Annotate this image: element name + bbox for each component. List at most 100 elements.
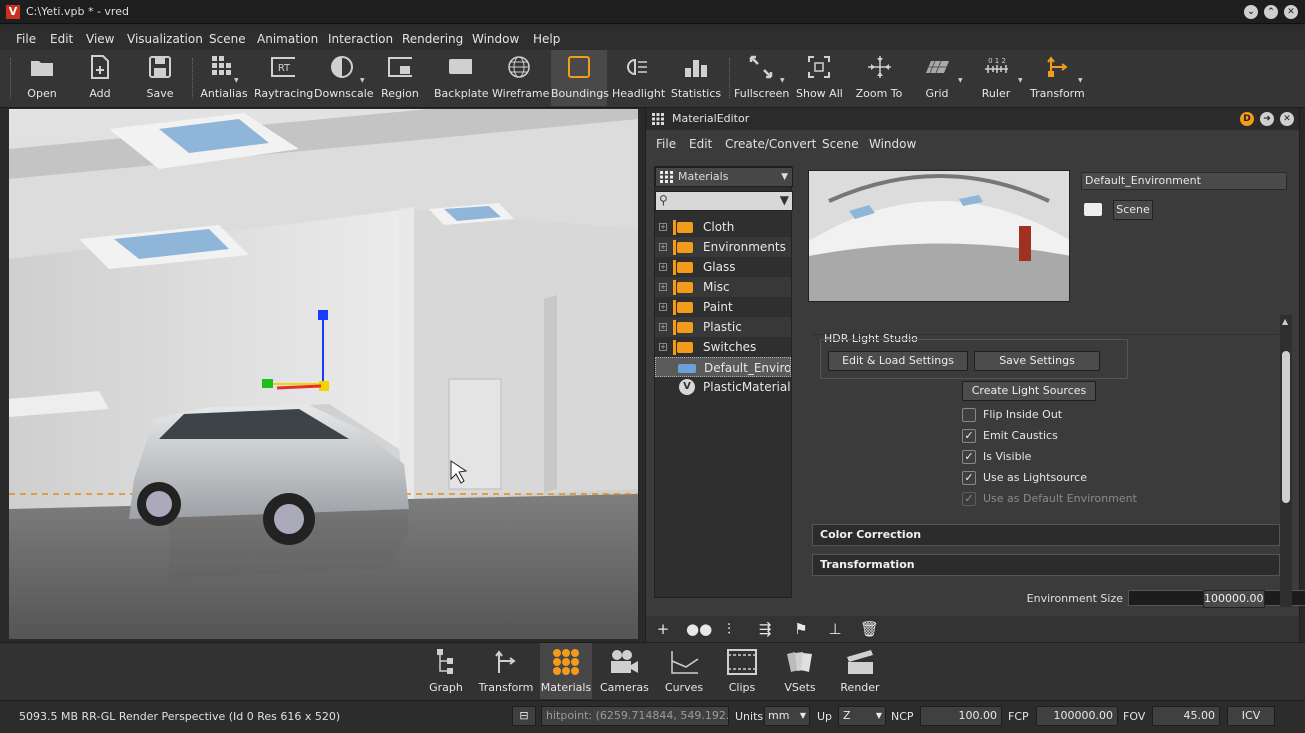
me-menu-scene[interactable]: Scene — [822, 137, 859, 151]
add-icon[interactable]: + — [654, 620, 672, 638]
fov-input[interactable]: 45.00 — [1152, 706, 1220, 726]
region-button[interactable]: Region — [378, 50, 422, 106]
backplate-button[interactable]: Backplate — [434, 50, 489, 106]
tree-folder-environments[interactable]: + Environments — [655, 237, 791, 257]
tree-item-plasticmaterial1[interactable]: V PlasticMaterial1 — [655, 377, 791, 397]
check-icon[interactable]: ✓ — [962, 471, 976, 485]
folder-icon — [673, 340, 693, 355]
delete-icon[interactable]: 🗑 — [860, 620, 879, 638]
fullscreen-button[interactable]: ▼ Fullscreen — [734, 50, 789, 106]
expand-icon[interactable]: + — [659, 243, 667, 251]
render-viewport[interactable] — [9, 109, 638, 639]
dock-render[interactable]: Render — [838, 643, 882, 699]
restore-icon[interactable]: ⌃ — [1264, 5, 1278, 19]
menu-rendering[interactable]: Rendering — [402, 32, 463, 46]
chevron-down-icon: ▼ — [781, 172, 788, 182]
create-light-sources-button[interactable]: Create Light Sources — [962, 381, 1096, 401]
antialias-button[interactable]: ▼ Antialias — [200, 50, 248, 106]
menu-interaction[interactable]: Interaction — [328, 32, 393, 46]
color-correction-section[interactable]: Color Correction — [812, 524, 1280, 546]
edit-load-settings-button[interactable]: Edit & Load Settings — [828, 351, 968, 371]
dock-materials[interactable]: Materials — [540, 643, 592, 699]
filter-icon[interactable]: ▼ — [780, 193, 789, 207]
tree-folder-plastic[interactable]: + Plastic — [655, 317, 791, 337]
expand-icon[interactable]: + — [659, 303, 667, 311]
tree-folder-switches[interactable]: + Switches — [655, 337, 791, 357]
tree-folder-glass[interactable]: + Glass — [655, 257, 791, 277]
environment-size-value[interactable]: 100000.00 — [1203, 590, 1265, 608]
fcp-input[interactable]: 100000.00 — [1036, 706, 1118, 726]
check-icon[interactable]: ✓ — [962, 450, 976, 464]
icv-button[interactable]: ICV — [1227, 706, 1275, 726]
material-search-input[interactable]: ⚲ ▼ — [655, 191, 793, 211]
dock-graph[interactable]: Graph — [426, 643, 466, 699]
tree-folder-paint[interactable]: + Paint — [655, 297, 791, 317]
menu-help[interactable]: Help — [533, 32, 560, 46]
me-menu-file[interactable]: File — [656, 137, 676, 151]
check-icon[interactable]: ✓ — [962, 429, 976, 443]
add-button[interactable]: Add — [78, 50, 122, 106]
show-all-button[interactable]: Show All — [796, 50, 843, 106]
ncp-input[interactable]: 100.00 — [920, 706, 1002, 726]
tree-folder-cloth[interactable]: + Cloth — [655, 217, 791, 237]
close-icon[interactable]: ✕ — [1280, 112, 1294, 126]
tree-folder-misc[interactable]: + Misc — [655, 277, 791, 297]
dock-clips[interactable]: Clips — [722, 643, 762, 699]
expand-icon[interactable]: + — [659, 283, 667, 291]
downscale-button[interactable]: ▼ Downscale — [314, 50, 374, 106]
menu-window[interactable]: Window — [472, 32, 519, 46]
me-menu-window[interactable]: Window — [869, 137, 916, 151]
group-icon[interactable]: ⫶ — [720, 620, 738, 638]
boundings-button[interactable]: Boundings — [551, 50, 609, 106]
link-icon[interactable]: ⇶ — [756, 620, 774, 638]
save-settings-button[interactable]: Save Settings — [974, 351, 1100, 371]
forward-icon[interactable]: ➜ — [1260, 112, 1274, 126]
save-button[interactable]: Save — [138, 50, 182, 106]
dock-icon[interactable]: D — [1240, 112, 1254, 126]
zoom-to-button[interactable]: Zoom To — [855, 50, 903, 106]
transform-button[interactable]: ▼ Transform — [1030, 50, 1085, 106]
materials-dropdown[interactable]: Materials ▼ — [655, 167, 793, 187]
me-menu-edit[interactable]: Edit — [689, 137, 712, 151]
menu-scene[interactable]: Scene — [209, 32, 246, 46]
ruler-button[interactable]: 0 1 2 ▼ Ruler — [972, 50, 1023, 106]
transformation-section[interactable]: Transformation — [812, 554, 1280, 576]
scroll-up-icon[interactable]: ▲ — [1282, 317, 1288, 326]
dock-curves[interactable]: Curves — [662, 643, 706, 699]
dock-transform[interactable]: Transform — [478, 643, 534, 699]
menu-view[interactable]: View — [86, 32, 114, 46]
menu-animation[interactable]: Animation — [257, 32, 318, 46]
connect-icon[interactable]: ●● — [686, 620, 712, 638]
expand-icon[interactable]: + — [659, 323, 667, 331]
tree-item-default-environment[interactable]: Default_Environment — [655, 357, 791, 377]
open-button[interactable]: Open — [20, 50, 64, 106]
properties-vertical-scrollbar[interactable]: ▲ — [1280, 315, 1292, 607]
environment-name-field[interactable]: Default_Environment — [1081, 172, 1287, 190]
menu-visualization[interactable]: Visualization — [127, 32, 203, 46]
environment-preview[interactable] — [808, 170, 1070, 302]
minimize-icon[interactable]: ⌄ — [1244, 5, 1258, 19]
expand-icon[interactable]: + — [659, 223, 667, 231]
menu-edit[interactable]: Edit — [50, 32, 73, 46]
scene-button[interactable]: Scene — [1113, 200, 1153, 220]
assign-icon[interactable]: ⚑ — [792, 620, 810, 638]
expand-icon[interactable]: + — [659, 343, 667, 351]
tag-icon[interactable] — [1084, 203, 1102, 216]
units-select[interactable]: mm ▼ — [764, 706, 810, 726]
checkbox-box[interactable] — [962, 408, 976, 422]
me-menu-create-convert[interactable]: Create/Convert — [725, 137, 816, 151]
grid-button[interactable]: ▼ Grid — [912, 50, 963, 106]
dock-vsets[interactable]: VSets — [780, 643, 820, 699]
close-icon[interactable]: ✕ — [1284, 5, 1298, 19]
raytracing-button[interactable]: RT Raytracing — [254, 50, 313, 106]
headlight-button[interactable]: Headlight — [612, 50, 665, 106]
apply-icon[interactable]: ⊥ — [826, 620, 844, 638]
scrollbar-thumb[interactable] — [1282, 351, 1290, 503]
up-axis-select[interactable]: Z ▼ — [838, 706, 886, 726]
console-icon[interactable]: ⊟ — [512, 706, 536, 726]
expand-icon[interactable]: + — [659, 263, 667, 271]
wireframe-button[interactable]: Wireframe — [492, 50, 549, 106]
statistics-button[interactable]: Statistics — [670, 50, 722, 106]
menu-file[interactable]: File — [16, 32, 36, 46]
dock-cameras[interactable]: Cameras — [600, 643, 649, 699]
